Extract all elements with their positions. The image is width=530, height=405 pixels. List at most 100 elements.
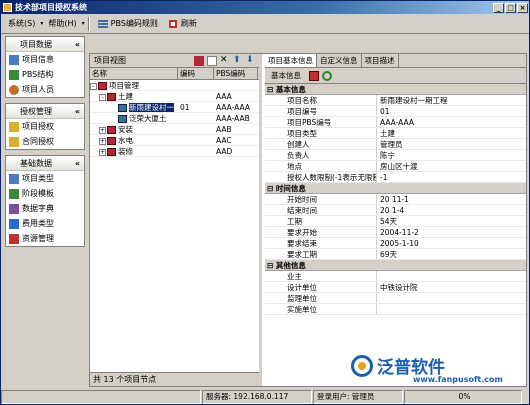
move-up-icon[interactable]: ⬆: [233, 55, 243, 66]
sidebar-item-pbs[interactable]: PBS结构: [6, 67, 84, 82]
sidebar-group-title: 基础数据: [20, 158, 52, 168]
refresh-label: 刷新: [180, 19, 197, 28]
property-row[interactable]: 业主: [265, 271, 526, 282]
column-code[interactable]: 编码: [178, 68, 214, 79]
tree-row-pbs: AAA: [216, 92, 232, 101]
property-row[interactable]: 实施单位: [265, 304, 526, 315]
tree-row-name: 新雨建设村一: [129, 103, 174, 112]
logo-mark-icon: [351, 354, 373, 377]
tree-row-name: 装修: [118, 147, 133, 156]
property-row[interactable]: 监理单位: [265, 293, 526, 304]
property-row[interactable]: 开始时间 20 11-1: [265, 194, 526, 205]
minimize-button[interactable]: _: [493, 2, 504, 13]
sidebar-item-label: 项目人员: [22, 85, 54, 94]
property-row[interactable]: 授权人数限制(-1表示无限制) -1: [265, 172, 526, 183]
move-down-icon[interactable]: ⬇: [246, 55, 256, 66]
section-header[interactable]: ⊟ 基本信息: [265, 84, 526, 95]
property-row[interactable]: 要求工期 69天: [265, 249, 526, 260]
property-row[interactable]: 地点 房山区十渡: [265, 161, 526, 172]
sidebar-group-header[interactable]: 项目数据 «: [6, 37, 84, 52]
status-progress: 0%: [404, 390, 522, 404]
collapse-icon[interactable]: «: [75, 107, 80, 116]
property-row[interactable]: 要求结束 2005-1-10: [265, 238, 526, 249]
tree-row[interactable]: 泛荣大厦土 AAA-AAB: [90, 113, 259, 124]
property-row[interactable]: 项目PBS编号 AAA-AAA: [265, 117, 526, 128]
property-row[interactable]: 要求开始 2004-11-2: [265, 227, 526, 238]
expand-toggle[interactable]: +: [99, 126, 106, 134]
collapse-icon[interactable]: «: [75, 159, 80, 168]
expand-toggle[interactable]: +: [99, 137, 106, 145]
sidebar-group-base-data: 基础数据 « 项目类型 阶段模板 数据字典 费用类型 资源管理: [5, 155, 85, 247]
column-name[interactable]: 名称: [90, 68, 178, 79]
property-row[interactable]: 项目编号 01: [265, 106, 526, 117]
sidebar-group-header[interactable]: 授权管理 «: [6, 104, 84, 119]
sidebar-item-stage-template[interactable]: 阶段模板: [6, 186, 84, 201]
property-row[interactable]: 结束时间 20 1-4: [265, 205, 526, 216]
sidebar-item-project-type[interactable]: 项目类型: [6, 171, 84, 186]
maximize-button[interactable]: □: [505, 2, 516, 13]
collapse-toggle[interactable]: -: [99, 93, 106, 101]
tree-row-code: 01: [180, 103, 190, 112]
collapse-toggle[interactable]: -: [90, 82, 97, 90]
refresh-button[interactable]: 刷新: [163, 16, 202, 31]
title-bar: 技术部项目授权系统 _ □ ×: [1, 1, 529, 14]
tree-row-code: [178, 124, 214, 134]
property-row[interactable]: 设计单位 中铁设计院: [265, 282, 526, 293]
list-icon: [97, 19, 108, 29]
tree-row[interactable]: - 项目管理: [90, 80, 259, 91]
tab-basic-info[interactable]: 项目基本信息: [265, 54, 317, 67]
status-blank: [1, 390, 201, 404]
tree-row-pbs: AAD: [216, 147, 233, 156]
app-window: 技术部项目授权系统 _ □ × 系统(S) ▾ 帮助(H) ▾ PBS编码规则 …: [0, 0, 530, 405]
menu-help[interactable]: 帮助(H): [43, 16, 81, 31]
section-header[interactable]: ⊟ 时间信息: [265, 183, 526, 194]
tree-row[interactable]: - 土建 AAA: [90, 91, 259, 102]
property-row[interactable]: 创建人 管理员: [265, 139, 526, 150]
books-icon[interactable]: [194, 55, 204, 66]
expand-toggle[interactable]: +: [99, 148, 106, 156]
close-button[interactable]: ×: [517, 2, 528, 13]
property-row[interactable]: 项目名称 新雨建设村一期工程: [265, 95, 526, 106]
sidebar-item-dictionary[interactable]: 数据字典: [6, 201, 84, 216]
status-user: 登录用户: 管理员: [313, 390, 403, 404]
tab-description[interactable]: 项目描述: [362, 54, 399, 67]
collapse-icon[interactable]: «: [75, 40, 80, 49]
tree-row-pbs: AAA-AAB: [216, 114, 250, 123]
tree-row[interactable]: + 装修 AAD: [90, 146, 259, 157]
sidebar-group-header[interactable]: 基础数据 «: [6, 156, 84, 171]
property-row[interactable]: 工期 54天: [265, 216, 526, 227]
resource-icon: [9, 233, 19, 244]
tree-row-name: 水电: [118, 136, 133, 145]
tree-row-code: [178, 80, 214, 90]
subtab-basic[interactable]: 基本信息: [271, 70, 301, 81]
folder-icon: [118, 115, 127, 123]
edit-icon[interactable]: [207, 55, 217, 66]
section-header[interactable]: ⊟ 其他信息: [265, 260, 526, 271]
sidebar-item-resources[interactable]: 资源管理: [6, 231, 84, 246]
tree-row-code: [178, 146, 214, 156]
tree-row[interactable]: + 水电 AAC: [90, 135, 259, 146]
document-icon: [9, 54, 19, 65]
delete-icon[interactable]: ✕: [220, 55, 230, 66]
tree-row[interactable]: + 安装 AAB: [90, 124, 259, 135]
property-row[interactable]: 项目类型 土建: [265, 128, 526, 139]
sidebar-item-cost-type[interactable]: 费用类型: [6, 216, 84, 231]
property-row[interactable]: 负责人 陈宁: [265, 150, 526, 161]
column-pbs[interactable]: PBS编码: [214, 68, 258, 79]
dictionary-icon: [9, 203, 19, 214]
sidebar-item-project-auth[interactable]: 项目授权: [6, 119, 84, 134]
sidebar-item-project-info[interactable]: 项目信息: [6, 52, 84, 67]
reload-icon[interactable]: [322, 70, 332, 81]
sidebar-item-project-people[interactable]: 项目人员: [6, 82, 84, 97]
tab-custom-info[interactable]: 自定义信息: [317, 54, 362, 67]
sidebar-group-auth: 授权管理 « 项目授权 合同授权: [5, 103, 85, 150]
sidebar-item-label: 项目信息: [22, 55, 54, 64]
sidebar-item-contract-auth[interactable]: 合同授权: [6, 134, 84, 149]
menu-system[interactable]: 系统(S): [3, 16, 40, 31]
pbs-rules-button[interactable]: PBS编码规则: [93, 16, 163, 31]
key-icon: [9, 136, 19, 147]
sidebar-group-project-data: 项目数据 « 项目信息 PBS结构 项目人员: [5, 36, 85, 98]
tree-row-selected[interactable]: 新雨建设村一 01 AAA-AAA: [90, 102, 259, 113]
save-icon[interactable]: [309, 70, 319, 81]
tree-column-header: 名称 编码 PBS编码: [90, 68, 259, 80]
